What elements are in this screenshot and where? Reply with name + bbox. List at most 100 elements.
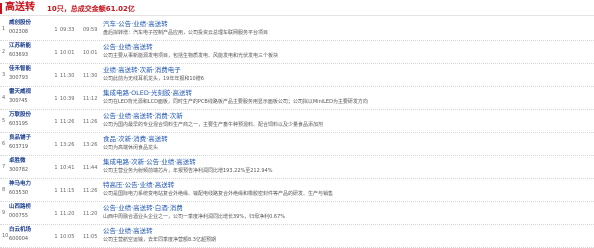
- row-index: 10: [2, 233, 9, 239]
- row-index: 6: [2, 141, 6, 147]
- concept-tags[interactable]: 食品·次新·消费·高送转: [103, 135, 168, 143]
- first-limit-time: 11:30: [60, 73, 75, 79]
- row-index: 9: [2, 210, 6, 216]
- stock-name[interactable]: 威创股份: [9, 20, 51, 27]
- stock-code: 603719: [9, 144, 29, 150]
- stock-name[interactable]: 白云机场: [9, 227, 51, 234]
- table-row[interactable]: 4 雷天威视 300?45 1 10:39 11:12 集成电路·OLED·光刻胶·高送转公…: [0, 87, 594, 110]
- row-index: 7: [2, 164, 6, 170]
- first-limit-time: 10:01: [60, 50, 75, 56]
- stock-code: 603195: [9, 121, 29, 127]
- first-limit-time: 10:41: [60, 165, 75, 171]
- stock-cell[interactable]: 万联股份 603195: [9, 112, 51, 127]
- stock-code: 000755: [9, 213, 29, 219]
- table-row[interactable]: 1 威创股份 002308 1 09:33 09:59 汽车·公告·业绩·高送转 盘后拟转增：…: [0, 18, 594, 41]
- stock-cell[interactable]: 良品铺子 603719: [9, 135, 51, 150]
- stock-name[interactable]: 神马电力: [9, 181, 51, 188]
- reason-text: 公司在LED背光源和LCD面板，同时生产的PCB线路板产品主要服务用显示面板公司…: [103, 99, 368, 105]
- stock-cell[interactable]: 山西路桥 000755: [9, 204, 51, 219]
- stock-code: 300793: [9, 75, 29, 81]
- row-index: 8: [2, 187, 6, 193]
- first-limit-time: 10:39: [60, 96, 75, 102]
- reason-text: 盘后拟转增：汽车电子控制产品应用，公司投资云总理车联网服务平台项目: [103, 30, 269, 36]
- first-limit-time: 09:33: [60, 27, 75, 33]
- section-title: 高送转: [5, 2, 35, 13]
- reason-text: 公司为高端休闲食品龙头: [103, 145, 159, 151]
- board-count: 1: [54, 96, 58, 102]
- board-count: 1: [54, 119, 58, 125]
- board-count: 1: [54, 73, 58, 79]
- table-row[interactable]: 9 山西路桥 000755 1 11:20 11:20 公告·业绩·高送转·白酒·消费 山西中…: [0, 202, 594, 225]
- last-limit-time: 11:12: [83, 96, 98, 102]
- concept-tags[interactable]: 集成电路·次新·公告·业绩·高送转: [103, 158, 196, 166]
- section-summary: 10只，总成交金额61.02亿: [47, 5, 135, 13]
- concept-tags[interactable]: 集成电路·OLED·光刻胶·高送转: [103, 89, 192, 97]
- stock-code: 603530: [9, 190, 29, 196]
- section-header: 高送转 10只，总成交金额61.02亿: [0, 0, 594, 16]
- last-limit-time: 09:59: [83, 27, 98, 33]
- row-index: 2: [2, 49, 6, 55]
- table-row[interactable]: 5 万联股份 603195 1 11:26 11:26 公告·业绩·高送转·消费·次新 公司为…: [0, 110, 594, 133]
- board-count: 1: [54, 234, 58, 240]
- table-row[interactable]: 7 卓胜微 300782 1 10:41 11:44 集成电路·次新·公告·业绩·高送转 公司…: [0, 156, 594, 179]
- first-limit-time: 10:05: [60, 234, 75, 240]
- stock-name[interactable]: 江苏新能: [9, 43, 51, 50]
- stock-name[interactable]: 山西路桥: [9, 204, 51, 211]
- concept-tags[interactable]: 公告·业绩·高送转: [103, 227, 153, 235]
- stock-code: 002308: [9, 29, 29, 35]
- board-count: 1: [54, 165, 58, 171]
- last-limit-time: 11:26: [83, 188, 98, 194]
- row-index: 4: [2, 95, 6, 101]
- last-limit-time: 11:20: [83, 211, 98, 217]
- last-limit-time: 11:30: [83, 73, 98, 79]
- row-index: 5: [2, 118, 6, 124]
- table-row[interactable]: 10 白云机场 600004 1 10:05 11:05 公告·业绩·高送转公司主营航空运输…: [0, 225, 594, 248]
- reason-text: 公司此前为无线耳机龙头，19年年报和10赠6: [103, 76, 204, 82]
- reason-text: 公司是国际电力系统变电站复合外绝缘、输配电线路复合外绝缘和橡胶密封件等产品的研发…: [103, 191, 334, 197]
- table-row[interactable]: 3 佳禾智能 300793 1 11:30 11:30 业绩·高送转·次新·消费电子 公司此前…: [0, 64, 594, 87]
- row-index: 3: [2, 72, 6, 78]
- stock-cell[interactable]: 江苏新能 603693: [9, 43, 51, 58]
- reason-text: 山西中周融合酒业头企业之一，公司一季度净利润同比增长39%，归母净利0.67%: [103, 214, 286, 220]
- stock-cell[interactable]: 神马电力 603530: [9, 181, 51, 196]
- stock-name[interactable]: 万联股份: [9, 112, 51, 119]
- stock-name[interactable]: 卓胜微: [9, 158, 51, 165]
- stock-code: 600004: [9, 236, 29, 242]
- table-row[interactable]: 8 神马电力 603530 1 11:15 11:26 特高压·公告·业绩·高送转公司是国际…: [0, 179, 594, 202]
- last-limit-time: 13:26: [83, 142, 98, 148]
- stock-name[interactable]: 佳禾智能: [9, 66, 51, 73]
- concept-tags[interactable]: 业绩·高送转·次新·消费电子: [103, 66, 181, 74]
- stock-cell[interactable]: 雷天威视 300?45: [9, 89, 51, 104]
- first-limit-time: 11:15: [60, 188, 75, 194]
- board-count: 1: [54, 211, 58, 217]
- table-row[interactable]: 2 江苏新能 603693 1 10:01 10:01 公告·业绩·高送转 公司主要从事新能源…: [0, 41, 594, 64]
- reason-text: 公司为国内最早的专业混合饲料生产商之一，主要生产畜牛种预混料、配合饲料以及少量食…: [103, 122, 324, 128]
- board-count: 1: [54, 142, 58, 148]
- last-limit-time: 11:26: [83, 119, 98, 125]
- stock-code: 300782: [9, 167, 29, 173]
- concept-tags[interactable]: 汽车·公告·业绩·高送转: [103, 20, 168, 28]
- board-count: 1: [54, 27, 58, 33]
- table-row[interactable]: 6 良品铺子 603719 1 13:26 13:26 食品·次新·消费·高送转 公司为高端休…: [0, 133, 594, 156]
- concept-tags[interactable]: 公告·业绩·高送转·消费·次新: [103, 112, 183, 120]
- stock-cell[interactable]: 卓胜微 300782: [9, 158, 51, 173]
- reason-text: 公司主营航空运输，去年同季度净营额8.3亿超预期: [103, 237, 216, 243]
- first-limit-time: 11:20: [60, 211, 75, 217]
- stock-code: 603693: [9, 52, 29, 58]
- concept-tags[interactable]: 特高压·公告·业绩·高送转: [103, 181, 174, 189]
- stock-name[interactable]: 雷天威视: [9, 89, 51, 96]
- stock-code: 300?45: [9, 98, 28, 104]
- last-limit-time: 11:05: [83, 234, 98, 240]
- board-count: 1: [54, 188, 58, 194]
- stock-cell[interactable]: 威创股份 002308: [9, 20, 51, 35]
- row-index: 1: [2, 26, 6, 32]
- concept-tags[interactable]: 公告·业绩·高送转: [103, 43, 153, 51]
- last-limit-time: 10:01: [83, 50, 98, 56]
- reason-text: 公司主要从事新能源发电项目，包括生物质发电、风能发电和光伏发电三个板块: [103, 53, 279, 59]
- stock-table: 1 威创股份 002308 1 09:33 09:59 汽车·公告·业绩·高送转 盘后拟转增：…: [0, 18, 594, 248]
- concept-tags[interactable]: 公告·业绩·高送转·白酒·消费: [103, 204, 183, 212]
- stock-cell[interactable]: 白云机场 600004: [9, 227, 51, 242]
- stock-name[interactable]: 良品铺子: [9, 135, 51, 142]
- stock-cell[interactable]: 佳禾智能 300793: [9, 66, 51, 81]
- first-limit-time: 11:26: [60, 119, 75, 125]
